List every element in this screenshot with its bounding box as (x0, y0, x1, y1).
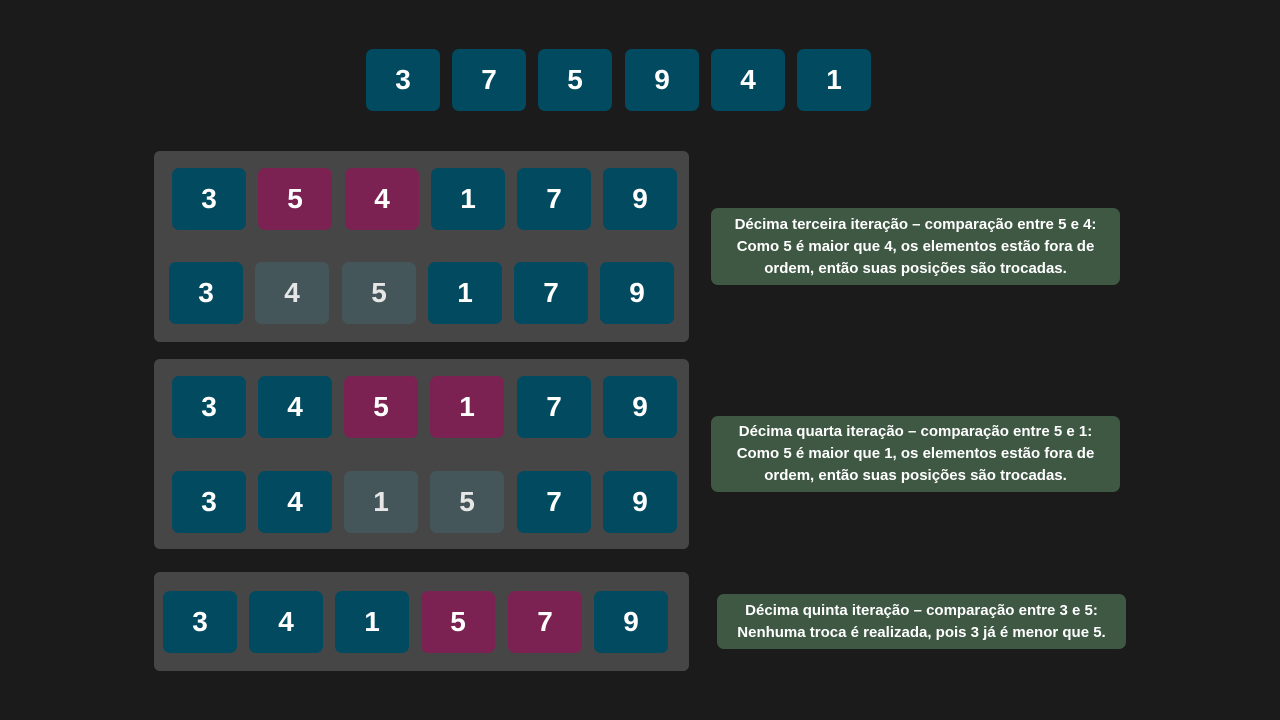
step-15-cell-2: 4 (249, 591, 323, 653)
initial-cell-2: 7 (452, 49, 526, 111)
step-13-before-cell-6: 9 (603, 168, 677, 230)
step-15-note-line-1: Décima quinta iteração – comparação entr… (745, 601, 1098, 619)
step-14-before-cell-4: 1 (430, 376, 504, 438)
step-14-after-cell-1: 3 (172, 471, 246, 533)
step-13-note-line-3: ordem, então suas posições são trocadas. (764, 259, 1067, 277)
step-13-before-cell-3: 4 (345, 168, 419, 230)
step-14-after-cell-6: 9 (603, 471, 677, 533)
step-13-before-cell-5: 7 (517, 168, 591, 230)
step-14-note-line-1: Décima quarta iteração – comparação entr… (738, 423, 1093, 440)
step-14-after-cell-3: 1 (344, 471, 418, 533)
step-13-note-line-2: Como 5 é maior que 4, os elementos estão… (736, 237, 1095, 255)
step-15-note: Décima quinta iteração – comparação entr… (717, 594, 1126, 649)
step-13-after-cell-4: 1 (428, 262, 502, 324)
step-14-before-cell-3: 5 (344, 376, 418, 438)
step-13-after-cell-2: 4 (255, 262, 329, 324)
step-14-after-cell-5: 7 (517, 471, 591, 533)
step-15-note-line-2: Nenhuma troca é realizada, pois 3 já é m… (737, 623, 1106, 641)
initial-cell-6: 1 (797, 49, 871, 111)
step-13-after-cell-5: 7 (514, 262, 588, 324)
step-13-before-cell-4: 1 (431, 168, 505, 230)
initial-cell-5: 4 (711, 49, 785, 111)
step-14-after-cell-2: 4 (258, 471, 332, 533)
step-13-note-line-1: Décima terceira iteração – comparação en… (734, 215, 1097, 233)
step-15-cell-4: 5 (421, 591, 495, 653)
step-13-before-cell-1: 3 (172, 168, 246, 230)
step-14-before-cell-2: 4 (258, 376, 332, 438)
step-15-cell-3: 1 (335, 591, 409, 653)
step-13-note: Décima terceira iteração – comparação en… (711, 208, 1120, 285)
step-14-before-cell-5: 7 (517, 376, 591, 438)
step-14-note: Décima quarta iteração – comparação entr… (711, 416, 1120, 492)
step-15-cell-1: 3 (163, 591, 237, 653)
step-13-after-cell-6: 9 (600, 262, 674, 324)
step-13-after-cell-3: 5 (342, 262, 416, 324)
initial-cell-3: 5 (538, 49, 612, 111)
step-15-cell-6: 9 (594, 591, 668, 653)
initial-cell-4: 9 (625, 49, 699, 111)
step-15-cell-5: 7 (508, 591, 582, 653)
step-14-after-cell-4: 5 (430, 471, 504, 533)
step-13-after-cell-1: 3 (169, 262, 243, 324)
step-14-note-line-2: Como 5 é maior que 1, os elementos estão… (736, 445, 1095, 462)
step-13-before-cell-2: 5 (258, 168, 332, 230)
initial-cell-1: 3 (366, 49, 440, 111)
step-14-before-cell-1: 3 (172, 376, 246, 438)
step-14-before-cell-6: 9 (603, 376, 677, 438)
step-14-note-line-3: ordem, então suas posições são trocadas. (764, 467, 1067, 484)
